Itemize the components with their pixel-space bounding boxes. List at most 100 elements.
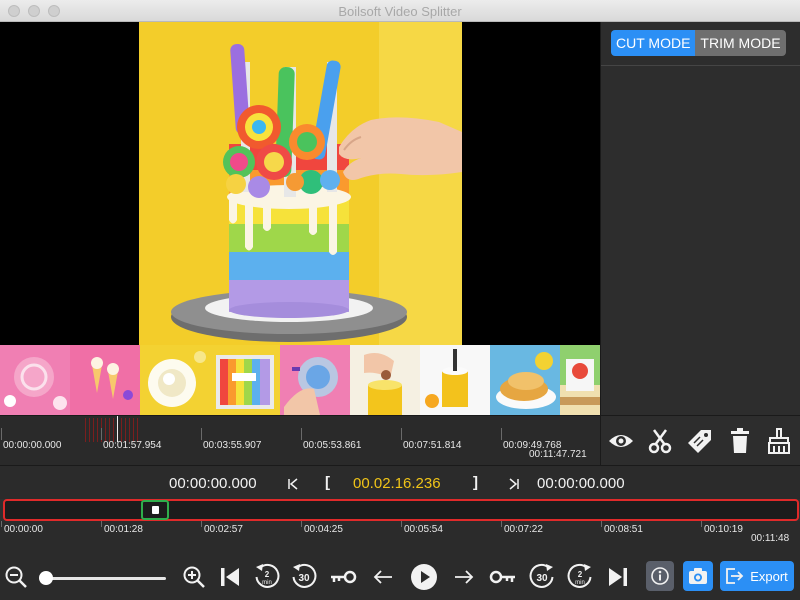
play-button[interactable]	[409, 562, 439, 592]
ruler-label: 00:05:54	[404, 524, 443, 535]
export-label: Export	[750, 568, 788, 584]
ruler-label: 00:08:51	[604, 524, 643, 535]
thumbnail	[140, 345, 210, 415]
export-button[interactable]: Export	[720, 561, 794, 591]
trim-mode-button[interactable]: TRIM MODE	[695, 30, 786, 56]
clear-button[interactable]	[764, 426, 794, 456]
ruler-tick	[301, 428, 302, 440]
video-preview[interactable]	[0, 22, 600, 345]
right-panel: CUT MODE TRIM MODE	[600, 22, 800, 415]
previous-keyframe-button[interactable]	[328, 562, 358, 592]
thumbnail	[0, 345, 70, 415]
eye-icon	[609, 435, 633, 447]
ruler-tick	[101, 521, 102, 527]
cut-button[interactable]	[645, 426, 675, 456]
thumbnail	[350, 345, 420, 415]
tag-button[interactable]	[685, 426, 715, 456]
marker-tick	[89, 418, 90, 442]
go-to-end-button[interactable]	[603, 562, 633, 592]
ruler-label: 00:03:55.907	[203, 440, 262, 451]
ruler-label: 00:01:57.954	[103, 440, 162, 451]
info-icon	[651, 567, 669, 585]
key-left-icon	[331, 570, 357, 584]
key-right-icon	[489, 570, 515, 584]
info-button[interactable]	[646, 561, 674, 591]
tool-bar	[600, 415, 800, 465]
video-frame	[139, 22, 462, 345]
ruler-label: 00:00:00.000	[3, 440, 62, 451]
ruler-tick	[1, 521, 2, 527]
marker-tick	[129, 418, 130, 442]
forward-30-icon: 30	[529, 563, 554, 588]
cake-image	[139, 22, 462, 345]
zoom-in-icon	[183, 566, 205, 588]
ruler-tick	[601, 521, 602, 527]
ruler-tick	[501, 521, 502, 527]
timeline-ruler: 00:00:00 00:01:28 00:02:57 00:04:25 00:0…	[0, 521, 800, 557]
playback-controls: 2 min 30 30 2 min Export	[0, 557, 800, 600]
ruler-end-label: 00:11:48	[751, 533, 790, 544]
ruler-tick	[701, 521, 702, 527]
ruler-tick	[301, 521, 302, 527]
zoom-out-button[interactable]	[1, 562, 31, 592]
ruler-tick	[1, 428, 2, 440]
ruler-label: 00:07:51.814	[403, 440, 462, 451]
zoom-knob[interactable]	[39, 571, 53, 585]
ruler-end-label: 00:11:47.721	[529, 449, 587, 460]
panel-divider	[601, 65, 800, 66]
ruler-label: 00:01:28	[104, 524, 143, 535]
skip-to-start-icon	[288, 478, 298, 490]
next-keyframe-button[interactable]	[488, 562, 518, 592]
forward-2min-button[interactable]: 2 min	[565, 562, 595, 592]
preview-button[interactable]	[606, 426, 636, 456]
zoom-track	[40, 577, 166, 580]
title-bar: Boilsoft Video Splitter	[0, 0, 800, 22]
ruler-tick	[401, 521, 402, 527]
arrow-left-icon	[373, 570, 392, 584]
rewind-30-button[interactable]: 30	[289, 562, 319, 592]
cut-mode-button[interactable]: CUT MODE	[611, 30, 696, 56]
snapshot-button[interactable]	[683, 561, 713, 591]
svg-text:30: 30	[536, 573, 548, 584]
ruler-label: 00:02:57	[204, 524, 243, 535]
overview-playhead[interactable]	[117, 416, 118, 442]
ruler-tick	[201, 428, 202, 440]
ruler-tick	[201, 521, 202, 527]
ruler-label: 00:04:25	[304, 524, 343, 535]
mode-toggle: CUT MODE TRIM MODE	[611, 30, 786, 56]
ruler-tick	[501, 428, 502, 440]
set-end-button[interactable]: ]	[473, 474, 478, 491]
next-frame-button[interactable]	[449, 562, 479, 592]
svg-text:2: 2	[578, 570, 583, 579]
forward-30-button[interactable]: 30	[527, 562, 557, 592]
go-to-start-marker-button[interactable]	[278, 469, 308, 499]
svg-text:min: min	[575, 580, 585, 586]
play-icon	[411, 564, 437, 590]
previous-frame-button[interactable]	[368, 562, 398, 592]
marker-tick	[133, 418, 134, 442]
overview-ruler[interactable]: 00:00:00.000 00:01:57.954 00:03:55.907 0…	[0, 415, 600, 465]
timeline-track[interactable]	[3, 499, 799, 521]
scissors-icon	[648, 429, 672, 454]
rewind-30-icon: 30	[292, 563, 317, 588]
go-to-beginning-button[interactable]	[215, 562, 245, 592]
tag-icon	[688, 430, 711, 453]
thumbnail-strip[interactable]	[0, 345, 600, 415]
delete-button[interactable]	[725, 426, 755, 456]
marker-tick	[93, 418, 94, 442]
set-start-button[interactable]: [	[325, 474, 330, 491]
rewind-2min-button[interactable]: 2 min	[252, 562, 282, 592]
thumbnail	[560, 345, 600, 415]
svg-text:2: 2	[265, 570, 270, 579]
timeline-playhead[interactable]	[141, 500, 169, 520]
ruler-label: 00:10:19	[704, 524, 743, 535]
playhead-grip	[152, 506, 159, 514]
go-to-end-marker-button[interactable]	[499, 469, 529, 499]
app-window: Boilsoft Video Splitter CUT MODE TRIM MO…	[0, 0, 800, 600]
export-icon	[726, 568, 744, 584]
skip-back-icon	[221, 568, 239, 586]
zoom-slider[interactable]	[39, 571, 166, 585]
marker-tick	[105, 418, 106, 442]
zoom-in-button[interactable]	[179, 562, 209, 592]
marker-tick	[137, 418, 138, 442]
